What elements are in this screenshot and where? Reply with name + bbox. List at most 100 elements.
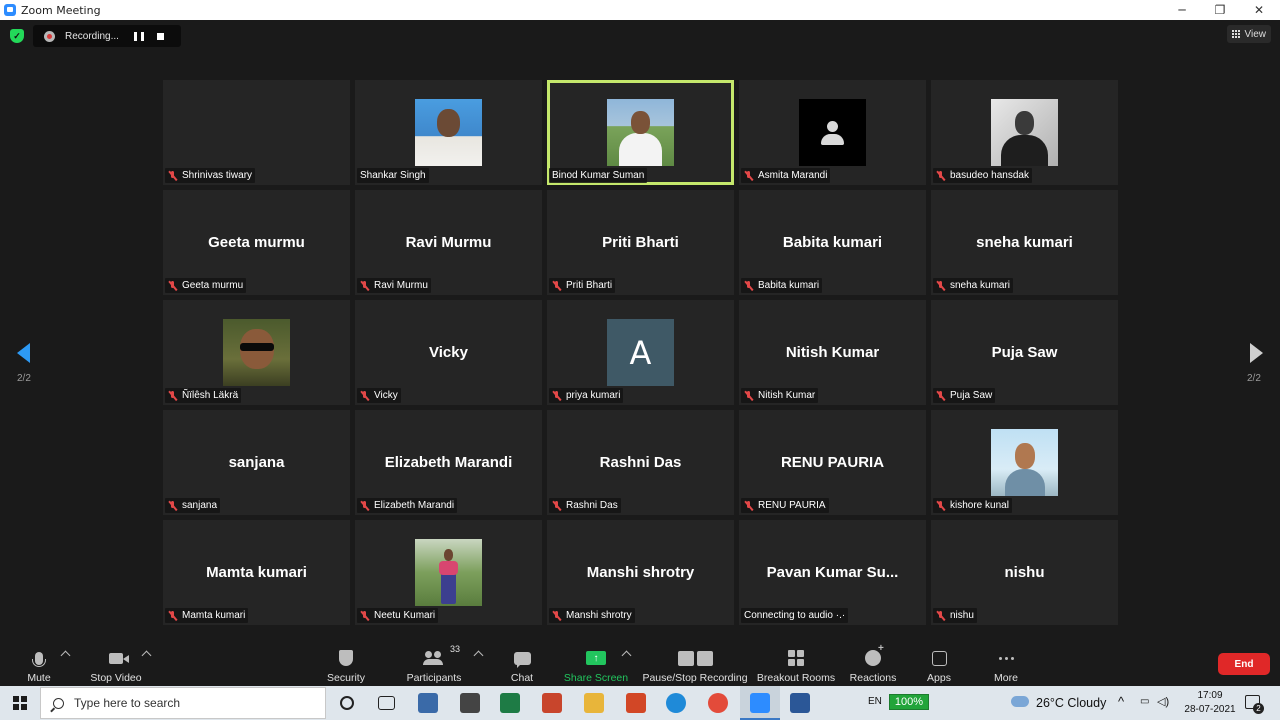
participant-tile[interactable]: basudeo hansdak xyxy=(931,80,1118,185)
weather-text[interactable]: 26°C Cloudy xyxy=(1036,696,1106,710)
chat-button[interactable]: Chat xyxy=(508,640,536,686)
pause-recording-icon[interactable] xyxy=(134,31,144,41)
chat-label: Chat xyxy=(510,672,534,684)
participant-initial-avatar: A xyxy=(607,319,674,386)
recording-dot-icon xyxy=(44,30,55,42)
participants-button[interactable]: 33 Participants xyxy=(406,640,462,686)
participant-display-name: Elizabeth Marandi xyxy=(384,454,513,471)
encryption-shield-icon[interactable]: ✓ xyxy=(10,29,24,43)
edge-browser-icon[interactable] xyxy=(666,693,686,713)
participant-tile[interactable]: kishore kunal xyxy=(931,410,1118,515)
participant-tile[interactable]: Rashni Das Rashni Das xyxy=(547,410,734,515)
muted-microphone-icon xyxy=(744,280,753,291)
participant-name-label: Shankar Singh xyxy=(360,170,426,181)
participant-name-label: Mamta kumari xyxy=(182,610,246,621)
clock-date: 28-07-2021 xyxy=(1184,704,1236,715)
breakout-rooms-icon xyxy=(788,650,804,666)
participant-tile[interactable]: Shrinivas tiwary xyxy=(163,80,350,185)
participant-tile[interactable]: Ravi Murmu Ravi Murmu xyxy=(355,190,542,295)
participant-tile[interactable]: Babita kumari Babita kumari xyxy=(739,190,926,295)
participant-tile[interactable]: Vicky Vicky xyxy=(355,300,542,405)
participant-tile[interactable]: sneha kumari sneha kumari xyxy=(931,190,1118,295)
participant-nameplate: Priti Bharti xyxy=(549,278,616,293)
mute-button[interactable]: Mute xyxy=(26,640,52,686)
participant-display-name: Priti Bharti xyxy=(602,234,679,251)
participant-name-label: Babita kumari xyxy=(758,280,820,291)
zoom-app-icon xyxy=(750,693,770,713)
next-page-arrow-icon[interactable] xyxy=(1250,343,1263,363)
participant-display-name: Mamta kumari xyxy=(206,564,307,581)
share-screen-button[interactable]: ↑ Share Screen xyxy=(564,640,628,686)
participant-tile[interactable]: Asmita Marandi xyxy=(739,80,926,185)
cortana-icon[interactable] xyxy=(340,696,354,710)
stop-video-button[interactable]: Stop Video xyxy=(88,640,144,686)
participant-tile[interactable]: Geeta murmu Geeta murmu xyxy=(163,190,350,295)
battery-indicator[interactable]: 100% xyxy=(889,694,929,710)
participant-tile[interactable]: sanjana sanjana xyxy=(163,410,350,515)
participant-tile[interactable]: Mamta kumari Mamta kumari xyxy=(163,520,350,625)
pdf-app-icon[interactable] xyxy=(542,693,562,713)
tray-chevron-icon[interactable]: ^ xyxy=(1118,694,1124,709)
muted-microphone-icon xyxy=(936,280,945,291)
participant-nameplate: Shrinivas tiwary xyxy=(165,168,256,183)
participant-profile-photo xyxy=(223,319,290,386)
participant-tile[interactable]: Puja Saw Puja Saw xyxy=(931,300,1118,405)
apps-button[interactable]: Apps xyxy=(926,640,952,686)
participant-nameplate: priya kumari xyxy=(549,388,624,403)
participant-tile[interactable]: Manshi shrotry Manshi shrotry xyxy=(547,520,734,625)
maximize-button[interactable]: ❐ xyxy=(1200,0,1240,20)
end-meeting-button[interactable]: End xyxy=(1218,653,1270,675)
participant-tile[interactable]: nishu nishu xyxy=(931,520,1118,625)
pause-stop-recording-button[interactable]: Pause/Stop Recording xyxy=(642,640,748,686)
participants-icon xyxy=(423,651,445,665)
participant-tile[interactable]: Binod Kumar Suman xyxy=(547,80,734,185)
participants-options-chevron-icon[interactable] xyxy=(473,650,484,661)
participant-nameplate: Connecting to audio ·.· xyxy=(741,608,849,623)
participant-nameplate: RENU PAURIA xyxy=(741,498,829,513)
participant-nameplate: sneha kumari xyxy=(933,278,1014,293)
muted-microphone-icon xyxy=(168,280,177,291)
participant-nameplate: Geeta murmu xyxy=(165,278,247,293)
participant-tile[interactable]: Neetu Kumari xyxy=(355,520,542,625)
participant-name-label: sneha kumari xyxy=(950,280,1011,291)
store-app-icon[interactable] xyxy=(460,693,480,713)
more-button[interactable]: More xyxy=(992,640,1020,686)
task-view-icon[interactable] xyxy=(378,696,395,710)
previous-page-arrow-icon[interactable] xyxy=(17,343,30,363)
system-clock[interactable]: 17:09 28-07-2021 xyxy=(1180,689,1240,717)
participant-tile[interactable]: Ñïlêsh Läkrä xyxy=(163,300,350,405)
windows-start-icon[interactable] xyxy=(13,696,27,710)
security-button[interactable]: Security xyxy=(326,640,366,686)
reactions-button[interactable]: Reactions xyxy=(850,640,897,686)
view-button[interactable]: View xyxy=(1226,25,1271,43)
stop-recording-icon[interactable] xyxy=(157,32,164,40)
volume-icon[interactable]: ◁) xyxy=(1157,695,1169,708)
breakout-rooms-button[interactable]: Breakout Rooms xyxy=(757,640,835,686)
chrome-browser-icon[interactable] xyxy=(708,693,728,713)
excel-app-icon[interactable] xyxy=(500,693,520,713)
photos-app-icon[interactable] xyxy=(418,693,438,713)
taskbar-search-box[interactable]: Type here to search xyxy=(40,687,326,719)
participant-tile[interactable]: Shankar Singh xyxy=(355,80,542,185)
participant-tile[interactable]: Priti Bharti Priti Bharti xyxy=(547,190,734,295)
audio-options-chevron-icon[interactable] xyxy=(60,650,71,661)
office-app-icon[interactable] xyxy=(626,693,646,713)
language-indicator[interactable]: EN xyxy=(868,696,882,707)
word-app-icon[interactable] xyxy=(790,693,810,713)
participant-tile[interactable]: Elizabeth Marandi Elizabeth Marandi xyxy=(355,410,542,515)
muted-microphone-icon xyxy=(744,390,753,401)
participant-tile[interactable]: Apriya kumari xyxy=(547,300,734,405)
muted-microphone-icon xyxy=(360,390,369,401)
file-explorer-icon[interactable] xyxy=(584,693,604,713)
participant-tile[interactable]: Pavan Kumar Su... Connecting to audio ·.· xyxy=(739,520,926,625)
participant-tile[interactable]: RENU PAURIA RENU PAURIA xyxy=(739,410,926,515)
participant-name-label: Nitish Kumar xyxy=(758,390,816,401)
gallery-grid: Shrinivas tiwary Shankar Singh Binod Kumar… xyxy=(163,80,1118,625)
participant-name-label: sanjana xyxy=(182,500,218,511)
minimize-button[interactable]: ─ xyxy=(1162,0,1202,20)
participant-nameplate: Binod Kumar Suman xyxy=(549,168,648,183)
close-button[interactable]: ✕ xyxy=(1239,0,1279,20)
network-icon[interactable]: ▭ xyxy=(1140,696,1149,707)
participant-tile[interactable]: Nitish Kumar Nitish Kumar xyxy=(739,300,926,405)
page-indicator-left: 2/2 xyxy=(17,373,31,384)
